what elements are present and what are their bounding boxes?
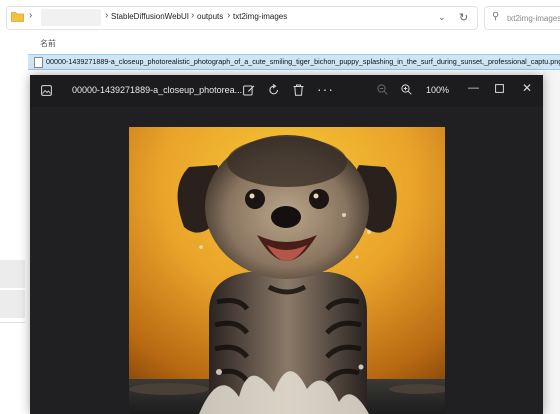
viewer-title: 00000-1439271889-a_closeup_photorea... xyxy=(72,85,243,95)
puppy-photo xyxy=(129,127,445,414)
nav-item[interactable] xyxy=(0,260,25,288)
search-input[interactable]: ⚲ txt2img-images xyxy=(484,6,560,30)
zoom-level[interactable]: 100% xyxy=(426,85,449,95)
delete-icon[interactable] xyxy=(293,84,304,96)
close-icon[interactable]: ✕ xyxy=(522,82,532,95)
chevron-right-icon: › xyxy=(105,10,109,21)
maximize-icon[interactable] xyxy=(495,84,504,93)
chevron-right-icon: › xyxy=(227,10,231,21)
file-icon xyxy=(34,57,43,68)
explorer-list-edge xyxy=(543,70,560,414)
file-name: 00000-1439271889-a_closeup_photorealisti… xyxy=(46,57,560,66)
more-icon[interactable]: ··· xyxy=(317,82,334,96)
viewer-titlebar: 00000-1439271889-a_closeup_photorea... ·… xyxy=(30,75,543,107)
breadcrumb-item-stablediffusionwebui[interactable]: StableDiffusionWebUI xyxy=(111,12,189,21)
search-icon: ⚲ xyxy=(492,11,500,22)
nav-item[interactable] xyxy=(0,290,25,318)
file-row-selected[interactable]: 00000-1439271889-a_closeup_photorealisti… xyxy=(28,54,560,70)
photo-image[interactable] xyxy=(129,127,445,414)
column-header-name[interactable]: 名前 xyxy=(40,38,56,49)
blurred-path-segment xyxy=(41,9,101,26)
navigation-pane xyxy=(0,34,25,414)
breadcrumb[interactable]: › › StableDiffusionWebUI › outputs › txt… xyxy=(6,6,478,30)
chevron-right-icon: › xyxy=(29,10,33,21)
divider xyxy=(0,322,25,323)
photo-viewer-window: 00000-1439271889-a_closeup_photorea... ·… xyxy=(30,75,543,414)
minimize-icon[interactable]: — xyxy=(468,82,479,95)
zoom-out-icon[interactable] xyxy=(377,84,388,95)
chevron-right-icon: › xyxy=(191,10,195,21)
address-bar: › › StableDiffusionWebUI › outputs › txt… xyxy=(0,0,560,34)
refresh-icon[interactable]: ↻ xyxy=(459,11,468,24)
breadcrumb-item-txt2img-images[interactable]: txt2img-images xyxy=(233,12,287,21)
breadcrumb-item-outputs[interactable]: outputs xyxy=(197,12,223,21)
image-icon xyxy=(41,85,52,96)
rotate-icon[interactable] xyxy=(268,84,280,96)
chevron-down-icon[interactable]: ⌄ xyxy=(438,12,446,23)
search-placeholder: txt2img-images xyxy=(507,14,560,23)
folder-icon xyxy=(11,12,24,22)
zoom-in-icon[interactable] xyxy=(401,84,412,95)
edit-image-icon[interactable] xyxy=(243,84,255,96)
